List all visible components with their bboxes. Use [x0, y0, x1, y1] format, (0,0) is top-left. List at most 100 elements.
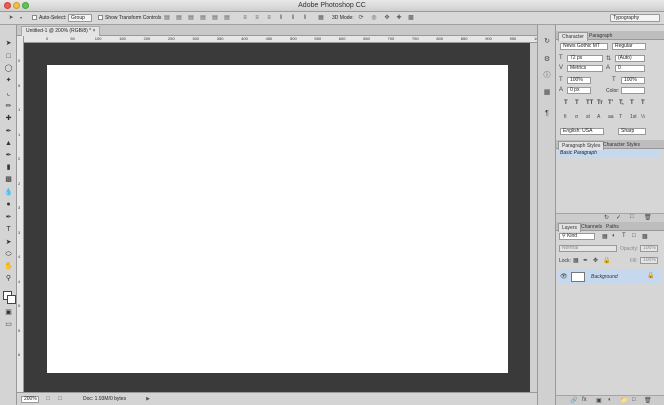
canvas-area[interactable]: [24, 43, 537, 392]
zoom-tool-icon[interactable]: ⚲: [3, 274, 14, 284]
adjustment-layer-icon[interactable]: ◐: [608, 397, 612, 403]
tab-channels[interactable]: Channels: [578, 223, 605, 231]
clone-stamp-tool-icon[interactable]: ▲: [3, 139, 14, 149]
align-vcenter-icon[interactable]: ▤: [176, 15, 182, 21]
align-left-icon[interactable]: ▤: [200, 15, 206, 21]
document-canvas[interactable]: [47, 65, 508, 373]
new-layer-icon[interactable]: □: [632, 397, 636, 403]
distribute-left-icon[interactable]: ‖: [278, 15, 284, 21]
opentype-button[interactable]: fi: [564, 114, 567, 120]
lock-position-icon[interactable]: ✥: [593, 257, 598, 264]
filter-shape-icon[interactable]: □: [632, 233, 636, 239]
marquee-tool-icon[interactable]: □: [3, 52, 14, 62]
new-group-icon[interactable]: 📁: [620, 397, 627, 404]
type-style-button[interactable]: T: [564, 100, 568, 106]
distribute-top-icon[interactable]: ≡: [242, 15, 248, 21]
opentype-button[interactable]: 1st: [630, 114, 637, 120]
screen-mode-icon[interactable]: ▭: [3, 320, 14, 330]
blend-mode-field[interactable]: Normal: [559, 245, 617, 252]
type-style-button[interactable]: TT: [586, 100, 593, 106]
type-style-button[interactable]: T: [575, 100, 579, 106]
tab-paragraph-styles[interactable]: Paragraph Styles: [558, 141, 605, 150]
filter-adjustment-icon[interactable]: ◐: [612, 233, 616, 239]
horizontal-ruler[interactable]: 0 50 100 150 200 250 300 350 400 450 500 550 600 650 7…: [24, 36, 537, 43]
path-select-tool-icon[interactable]: ➤: [3, 238, 14, 248]
history-panel-icon[interactable]: ↻: [542, 37, 552, 46]
3d-drag-icon[interactable]: ✥: [384, 15, 390, 21]
opentype-button[interactable]: σ: [575, 114, 578, 120]
gradient-tool-icon[interactable]: ▩: [3, 175, 14, 185]
distribute-vcenter-icon[interactable]: ≡: [254, 15, 260, 21]
crop-tool-icon[interactable]: ⌞: [3, 89, 14, 99]
distribute-right-icon[interactable]: ‖: [302, 15, 308, 21]
redefine-style-icon[interactable]: ✓: [616, 214, 621, 221]
lock-image-icon[interactable]: ✒: [583, 257, 588, 264]
delete-layer-icon[interactable]: 🗑: [644, 397, 652, 404]
filter-pixel-icon[interactable]: ▦: [602, 233, 608, 240]
kerning-field[interactable]: Metrics: [567, 65, 603, 72]
workspace-dropdown[interactable]: Typography: [610, 14, 660, 22]
tab-character[interactable]: Character: [558, 32, 588, 41]
clear-override-icon[interactable]: ↻: [604, 214, 609, 221]
properties-panel-icon[interactable]: ⚙: [542, 55, 552, 64]
background-color-swatch[interactable]: [7, 295, 16, 304]
status-menu-arrow-icon[interactable]: ▶: [145, 396, 151, 402]
type-style-button[interactable]: T,: [619, 100, 624, 106]
align-right-icon[interactable]: ▤: [224, 15, 230, 21]
eyedropper-tool-icon[interactable]: ✏: [3, 102, 14, 112]
hand-tool-icon[interactable]: ✋: [3, 262, 14, 272]
baseline-shift-field[interactable]: 0 px: [567, 87, 591, 94]
preset-dropdown-icon[interactable]: ▾: [18, 15, 24, 21]
move-tool-preset-icon[interactable]: ➤: [8, 15, 14, 21]
font-style-field[interactable]: Regular: [612, 43, 646, 50]
document-tab[interactable]: Untitled-1 @ 200% (RGB/8) * ×: [21, 26, 101, 36]
vertical-ruler[interactable]: 0 5 1 1 2 2 3 3 4 4 5 5 6: [17, 36, 24, 392]
move-tool-icon[interactable]: ➤: [3, 39, 14, 49]
distribute-bottom-icon[interactable]: ≡: [266, 15, 272, 21]
leading-field[interactable]: (Auto): [615, 55, 645, 62]
opentype-button[interactable]: st: [586, 114, 590, 120]
fill-field[interactable]: 100%: [640, 257, 658, 264]
opentype-button[interactable]: ½: [641, 114, 645, 120]
dodge-tool-icon[interactable]: ●: [3, 200, 14, 210]
3d-roll-icon[interactable]: ◎: [371, 15, 377, 21]
align-top-icon[interactable]: ▤: [164, 15, 170, 21]
pen-tool-icon[interactable]: ✒: [3, 213, 14, 223]
type-style-button[interactable]: Tr: [597, 100, 603, 106]
font-size-field[interactable]: 72 px: [567, 55, 603, 62]
paragraph-panel-icon[interactable]: ¶: [542, 109, 552, 118]
type-style-button[interactable]: T': [608, 100, 613, 106]
swatches-panel-icon[interactable]: ▦: [542, 88, 552, 97]
vertical-scrollbar[interactable]: [530, 43, 537, 392]
type-style-button[interactable]: T: [630, 100, 634, 106]
shape-tool-icon[interactable]: ⬭: [3, 250, 14, 260]
auto-align-icon[interactable]: ▦: [318, 15, 324, 21]
eraser-tool-icon[interactable]: ▮: [3, 163, 14, 173]
healing-brush-tool-icon[interactable]: ✚: [3, 114, 14, 124]
tab-paragraph[interactable]: Paragraph: [586, 32, 615, 40]
layer-style-icon[interactable]: fx: [582, 397, 587, 403]
brush-tool-icon[interactable]: ✒: [3, 127, 14, 137]
font-family-field[interactable]: News Gothic MT: [560, 43, 608, 50]
status-share-icon[interactable]: □: [57, 396, 63, 402]
info-panel-icon[interactable]: ⓘ: [542, 71, 552, 80]
tab-paths[interactable]: Paths: [603, 223, 622, 231]
visibility-eye-icon[interactable]: 👁: [560, 273, 568, 280]
filter-smart-icon[interactable]: ▩: [642, 233, 648, 240]
language-field[interactable]: English: USA: [560, 128, 604, 135]
text-color-swatch[interactable]: [621, 87, 645, 94]
auto-select-dropdown[interactable]: Group: [68, 14, 92, 22]
quick-mask-icon[interactable]: ▣: [3, 308, 14, 318]
status-export-icon[interactable]: □: [45, 396, 51, 402]
delete-style-icon[interactable]: 🗑: [644, 214, 652, 221]
opentype-button[interactable]: aa: [608, 114, 614, 120]
new-style-icon[interactable]: □: [630, 214, 634, 220]
auto-select-checkbox[interactable]: [32, 15, 37, 20]
layer-mask-icon[interactable]: ▣: [596, 397, 602, 404]
type-style-button[interactable]: T: [641, 100, 645, 106]
lock-all-icon[interactable]: 🔒: [603, 257, 610, 264]
tracking-field[interactable]: 0: [615, 65, 645, 72]
horizontal-scale-field[interactable]: 100%: [621, 77, 645, 84]
opacity-field[interactable]: 100%: [640, 245, 658, 252]
history-brush-tool-icon[interactable]: ✒: [3, 151, 14, 161]
